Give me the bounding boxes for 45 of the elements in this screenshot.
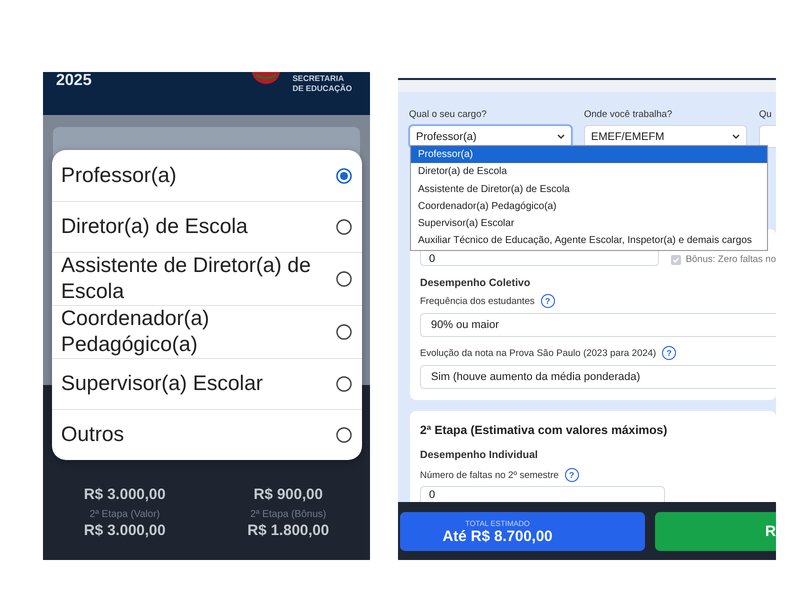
field-label: Qu [759,109,773,120]
amount-value: R$ 900,00 [254,486,323,503]
select-field[interactable]: Sim (houve aumento da média ponderada) [420,365,776,389]
select-field[interactable]: 90% ou maior [420,313,776,337]
field-label: Onde você trabalha? [584,109,674,120]
radio-button[interactable] [336,219,352,235]
dropdown-option[interactable]: Supervisor(a) Escolar [411,215,767,232]
option-item[interactable]: Professor(a) [52,150,362,201]
stage-label: 2ª Etapa (Valor) [90,509,160,520]
amount-value: R$ 1.800,00 [247,522,330,539]
amount-value: R$ 3.000,00 [84,486,166,503]
chevron-down-icon [557,134,565,139]
option-item[interactable]: Supervisor(a) Escolar [52,358,362,409]
section-title: 2ª Etapa (Estimativa com valores máximos) [420,423,668,437]
help-icon[interactable]: ? [564,468,579,482]
help-icon[interactable]: ? [662,346,676,360]
radio-button[interactable] [336,427,352,443]
help-icon[interactable]: ? [540,294,555,308]
option-item[interactable]: Assistente de Diretor(a) de Escola [52,252,362,305]
dropdown-option[interactable]: Coordenador(a) Pedagógico(a) [411,198,767,216]
stage-label: 2ª Etapa (Bônus) [250,509,326,520]
field-label: Frequência dos estudantes [420,296,535,306]
chevron-down-icon [732,134,740,139]
field-label: Número de faltas no 2º semestre [420,470,559,480]
number-field[interactable]: 0 [420,486,665,502]
radio-button[interactable] [336,271,352,287]
dropdown-option[interactable]: Assistente de Diretor(a) de Escola [411,180,767,198]
radio-button[interactable] [336,376,352,392]
total-value: Até R$ 8.700,00 [442,528,553,544]
radio-button[interactable] [336,324,352,340]
field-label: Qual o seu cargo? [409,109,488,120]
option-item[interactable]: Diretor(a) de Escola [52,201,362,252]
radio-button[interactable] [336,168,352,184]
section-heading: Desempenho Coletivo [420,277,532,289]
amount-value: R$ 3.000,00 [84,522,166,539]
section-heading: Desempenho Individual [420,449,539,461]
checkbox-label: Bônus: Zero faltas no [686,254,776,265]
option-item[interactable]: Outros [52,409,362,460]
organization-name: SECRETARIA DE EDUCAÇÃO [292,74,352,94]
field-label: Evolução da nota na Prova São Paulo (2023 para 2024) [420,348,656,358]
emblem-icon [250,72,282,84]
option-item[interactable]: Coordenador(a) Pedagógico(a) [52,305,362,358]
dropdown-option[interactable]: Diretor(a) de Escola [411,163,767,181]
year-label: 2025 [56,72,92,90]
dropdown-option[interactable]: Professor(a) [411,146,767,164]
